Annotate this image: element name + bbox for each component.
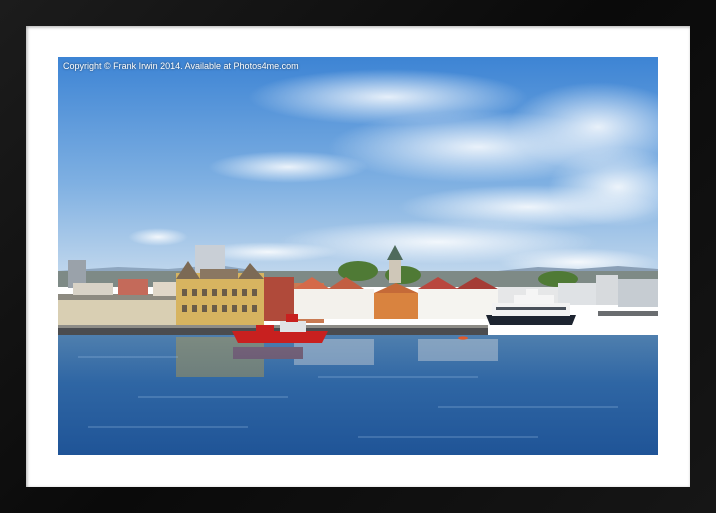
picture-frame: Copyright © Frank Irwin 2014. Available … <box>0 0 716 513</box>
harbour-photo: Copyright © Frank Irwin 2014. Available … <box>58 57 658 455</box>
yellow-building <box>176 261 264 329</box>
copyright-watermark: Copyright © Frank Irwin 2014. Available … <box>63 61 299 71</box>
kayak <box>458 336 468 340</box>
photo-scene <box>58 57 658 455</box>
